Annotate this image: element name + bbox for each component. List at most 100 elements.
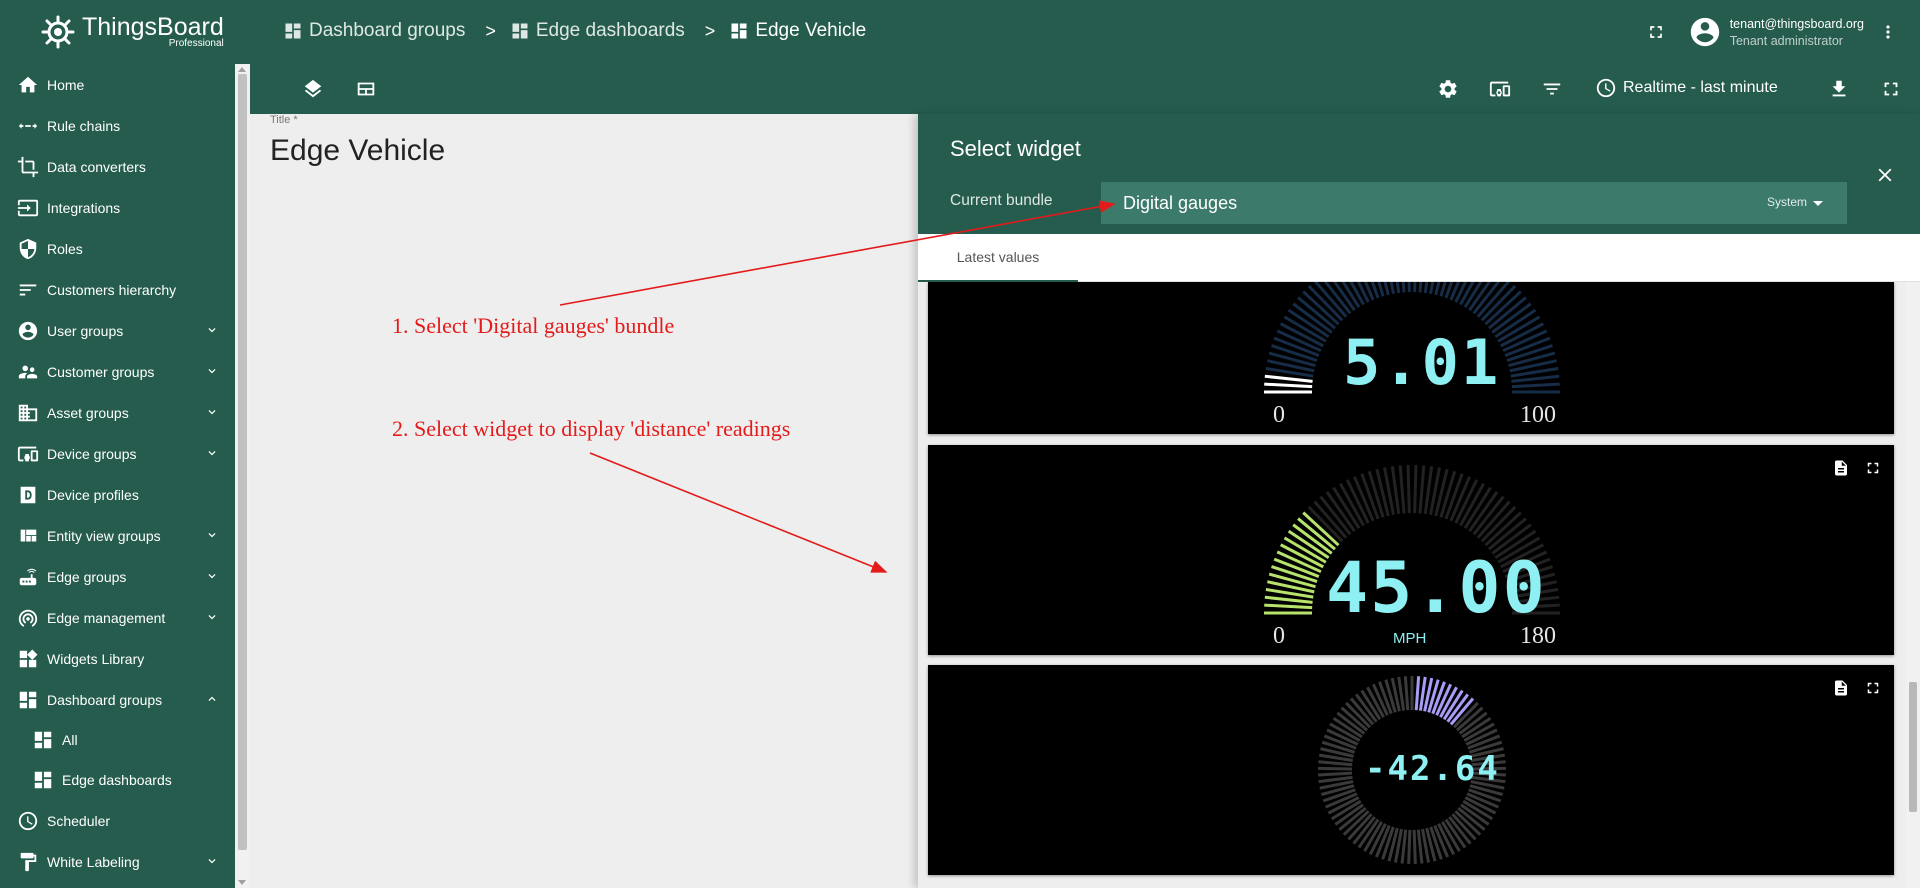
- filter-icon[interactable]: [1540, 77, 1564, 101]
- breadcrumb-edge-dashboards[interactable]: Edge dashboards: [510, 20, 685, 42]
- format-paint-icon: [20, 852, 37, 871]
- gauge-tick: [1418, 465, 1426, 514]
- devices-icon[interactable]: [1488, 77, 1512, 101]
- dashboard-icon: [34, 731, 52, 749]
- bundle-label: Current bundle: [950, 192, 1053, 209]
- sidebar-item-label: Customers hierarchy: [47, 281, 177, 298]
- widget-preview-digital-speedometer[interactable]: 45.00 MPH 0 180: [928, 445, 1894, 655]
- gauge-tick: [1403, 676, 1410, 711]
- breadcrumb-separator: >: [704, 20, 716, 41]
- tab-latest-values[interactable]: Latest values: [918, 234, 1078, 282]
- dashboard-icon: [34, 771, 52, 789]
- panel-title: Select widget: [950, 136, 1081, 161]
- sidebar-item-data-converters[interactable]: Data converters: [0, 146, 235, 187]
- sidebar-item-edge-groups[interactable]: Edge groups: [0, 556, 235, 597]
- chevron-down-icon[interactable]: [205, 446, 219, 460]
- annotation-step-2: 2. Select widget to display 'distance' r…: [392, 416, 791, 441]
- sort-icon: [19, 284, 37, 295]
- account-circle-icon[interactable]: [1688, 15, 1722, 49]
- dashboard-icon: [512, 23, 528, 39]
- sidebar-item-all[interactable]: All: [0, 720, 235, 760]
- user-email: tenant@thingsboard.org: [1729, 16, 1864, 31]
- sidebar-item-label: Dashboard groups: [47, 691, 163, 708]
- gauge-tick: [1406, 465, 1411, 514]
- breadcrumb-dashboard-groups[interactable]: Dashboard groups: [283, 20, 465, 42]
- sidebar-item-scheduler[interactable]: Scheduler: [0, 800, 235, 841]
- sidebar-scrollbar[interactable]: [235, 64, 250, 888]
- sidebar-item-dashboard-groups[interactable]: Dashboard groups: [0, 679, 235, 720]
- sidebar-item-roles[interactable]: Roles: [0, 228, 235, 269]
- gauge-tick: [1413, 465, 1418, 514]
- devices-icon: [17, 446, 39, 461]
- download-icon[interactable]: [1827, 77, 1851, 101]
- chevron-down-icon[interactable]: [205, 569, 219, 583]
- sidebar-item-widgets-library[interactable]: Widgets Library: [0, 638, 235, 679]
- sidebar-item-edge-management[interactable]: Edge management: [0, 597, 235, 638]
- sidebar-item-rule-chains[interactable]: Rule chains: [0, 105, 235, 146]
- fullscreen-icon[interactable]: [1864, 459, 1882, 477]
- router-icon: [19, 568, 37, 585]
- sidebar-item-user-groups[interactable]: User groups: [0, 310, 235, 351]
- chevron-up-icon[interactable]: [205, 692, 219, 706]
- gauge-tick: [1264, 382, 1313, 389]
- gauge-tick: [1407, 282, 1411, 293]
- dashboard-icon: [19, 691, 37, 708]
- sidebar-item-device-groups[interactable]: Device groups: [0, 433, 235, 474]
- sidebar-scroll-thumb[interactable]: [238, 74, 247, 850]
- sidebar-item-label: Widgets Library: [47, 650, 145, 667]
- fullscreen-icon[interactable]: [1879, 77, 1903, 101]
- fullscreen-icon[interactable]: [1864, 679, 1882, 697]
- domain-icon: [18, 404, 38, 421]
- more-vert-icon[interactable]: [1878, 22, 1898, 42]
- layers-icon[interactable]: [301, 77, 325, 101]
- sidebar-item-home[interactable]: Home: [0, 64, 235, 105]
- close-icon[interactable]: [1874, 164, 1896, 186]
- sidebar-item-label: Integrations: [47, 199, 121, 216]
- clock-icon: [1596, 78, 1616, 98]
- fullscreen-icon[interactable]: [1646, 22, 1666, 42]
- chevron-down-icon[interactable]: [205, 854, 219, 868]
- file-icon[interactable]: [1832, 459, 1850, 477]
- logo[interactable]: ThingsBoard Professional: [0, 0, 235, 64]
- sidebar-item-edge-dashboards[interactable]: Edge dashboards: [0, 760, 235, 800]
- breadcrumb: Dashboard groups > Edge dashboards > Edg…: [283, 20, 866, 42]
- dashboard-icon: [285, 23, 301, 39]
- sidebar-item-entity-view-groups[interactable]: Entity view groups: [0, 515, 235, 556]
- timewindow-button[interactable]: Realtime - last minute: [1595, 77, 1778, 99]
- settings-icon[interactable]: [1436, 77, 1460, 101]
- dashboard-canvas: Title * Edge Vehicle 1. Select 'Digital …: [250, 114, 918, 888]
- chevron-down-icon[interactable]: [205, 323, 219, 337]
- sidebar-item-asset-groups[interactable]: Asset groups: [0, 392, 235, 433]
- dashboard-title-input[interactable]: Edge Vehicle: [270, 134, 445, 168]
- widget-preview-digital-thermometer[interactable]: -42.64: [928, 665, 1894, 875]
- widget-list-scrollbar[interactable]: [1906, 282, 1920, 888]
- file-icon[interactable]: [1832, 679, 1850, 697]
- chevron-down-icon[interactable]: [205, 528, 219, 542]
- breadcrumb-label: Dashboard groups: [309, 20, 466, 41]
- layout-icon[interactable]: [354, 77, 378, 101]
- chevron-down-icon[interactable]: [205, 405, 219, 419]
- widget-preview-digital-speedometer-small[interactable]: 5.01 0 100: [928, 282, 1894, 434]
- gauge-min: 0: [1273, 402, 1285, 428]
- sidebar-item-white-labeling[interactable]: White Labeling: [0, 841, 235, 882]
- chevron-down-icon[interactable]: [205, 364, 219, 378]
- gauge-tick: [1400, 829, 1408, 864]
- gauge-tick: [1418, 282, 1423, 293]
- sidebar-item-device-profiles[interactable]: Device profiles: [0, 474, 235, 515]
- widget-list-scroll-thumb[interactable]: [1909, 682, 1917, 812]
- gauge-tick: [1413, 282, 1417, 293]
- input-icon: [17, 199, 39, 216]
- user-info[interactable]: tenant@thingsboard.org Tenant administra…: [1730, 17, 1864, 48]
- chevron-down-icon[interactable]: [205, 610, 219, 624]
- gauge-tick: [1414, 676, 1421, 711]
- breadcrumb-edge-vehicle: Edge Vehicle: [729, 20, 866, 42]
- scroll-up-arrow-icon[interactable]: [238, 67, 246, 72]
- sidebar-item-integrations[interactable]: Integrations: [0, 187, 235, 228]
- sidebar-item-customer-groups[interactable]: Customer groups: [0, 351, 235, 392]
- scroll-down-arrow-icon[interactable]: [238, 880, 246, 885]
- sidebar-item-customers-hierarchy[interactable]: Customers hierarchy: [0, 269, 235, 310]
- bundle-select[interactable]: Digital gauges System: [1101, 182, 1847, 224]
- select-widget-header: Select widget Current bundle Digital gau…: [918, 114, 1920, 234]
- gauge-max: 100: [1520, 402, 1556, 428]
- gauge-tick: [1318, 760, 1353, 767]
